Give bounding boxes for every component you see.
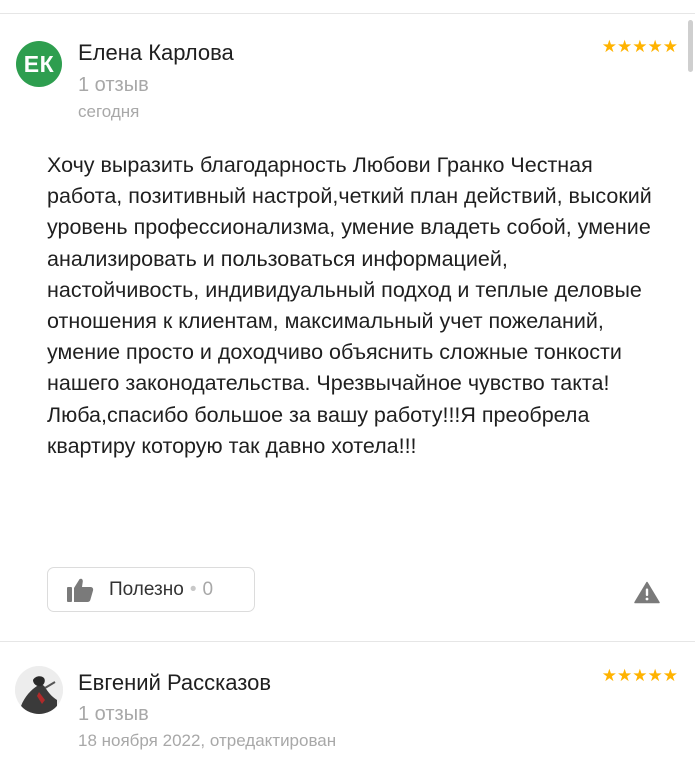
stars-icon: ★★★★★ (601, 37, 678, 56)
helpful-button[interactable]: Полезно • 0 (47, 567, 255, 612)
review-divider (0, 641, 695, 642)
helpful-count: 0 (202, 578, 214, 600)
thumbs-up-icon (67, 578, 94, 602)
star-rating: ★★★★★ (602, 38, 678, 55)
stars-icon: ★★★★★ (601, 666, 678, 685)
scrollbar[interactable] (688, 20, 693, 72)
author-review-count: 1 отзыв (78, 74, 149, 96)
photo-avatar-image (15, 666, 63, 714)
review-date: 18 ноября 2022, отредактирован (78, 731, 337, 750)
helpful-label: Полезно (109, 578, 184, 600)
review-date: сегодня (78, 102, 140, 121)
top-divider (0, 13, 695, 14)
helpful-separator: • (189, 578, 197, 600)
star-rating: ★★★★★ (602, 667, 678, 684)
review-text: Хочу выразить благодарность Любови Гранк… (47, 153, 652, 458)
author-review-count: 1 отзыв (78, 703, 149, 725)
avatar[interactable]: ЕК (16, 41, 62, 87)
author-name[interactable]: Елена Карлова (78, 40, 234, 66)
photo-avatar[interactable] (15, 666, 63, 714)
warning-icon[interactable] (634, 581, 660, 604)
reviews-page: ЕК Елена Карлова 1 отзыв сегодня ★★★★★ Х… (0, 0, 695, 768)
author-name[interactable]: Евгений Рассказов (78, 670, 271, 696)
